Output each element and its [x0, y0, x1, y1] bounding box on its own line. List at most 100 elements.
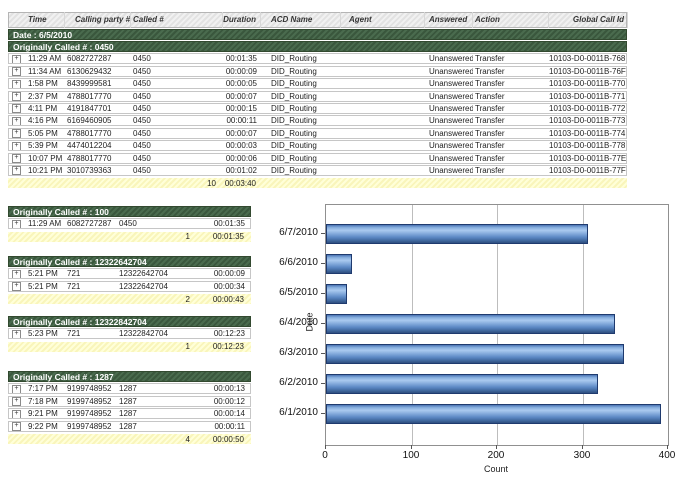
group-band-originally-called: Originally Called # : 100 — [8, 206, 251, 217]
cell-action: Transfer — [473, 116, 549, 125]
cell-time: 5:21 PM — [23, 269, 65, 278]
summary-spacer — [64, 435, 116, 444]
cell-calling-party: 6082727287 — [65, 219, 117, 228]
expander-cell: + — [9, 129, 23, 138]
chart-bar — [326, 314, 615, 334]
expand-icon[interactable]: + — [12, 154, 21, 163]
cell-duration: 00:00:12 — [197, 397, 249, 406]
cell-time: 5:39 PM — [23, 141, 65, 150]
expand-icon[interactable]: + — [12, 220, 21, 229]
cell-action: Transfer — [473, 79, 549, 88]
cell-global-call-id: 10103-D0-0011B-774 — [549, 129, 628, 138]
y-axis-tick-label: 6/2/2010 — [256, 377, 318, 388]
x-axis-tick — [496, 445, 497, 449]
chart-bar — [326, 284, 347, 304]
cell-time: 10:07 PM — [23, 154, 65, 163]
group-band-originally-called: Originally Called # : 12322642704 — [8, 256, 251, 267]
cell-calling-party: 4788017770 — [65, 129, 131, 138]
cell-called: 12322642704 — [117, 269, 197, 278]
chart-bar — [326, 404, 661, 424]
group-table-100: Originally Called # : 100+11:29 AM608272… — [8, 205, 251, 242]
summary-duration: 00:01:35 — [196, 232, 248, 241]
column-header-calling-party-: Calling party # — [65, 12, 131, 28]
expand-icon[interactable]: + — [12, 330, 21, 339]
expander-cell: + — [9, 116, 23, 125]
cell-called: 0450 — [131, 116, 223, 125]
summary-spacer — [22, 179, 64, 188]
expander-cell: + — [9, 422, 23, 431]
expand-icon[interactable]: + — [12, 67, 21, 76]
cell-calling-party: 9199748952 — [65, 422, 117, 431]
cell-calling-party: 4788017770 — [65, 154, 131, 163]
expand-icon[interactable]: + — [12, 142, 21, 151]
cell-global-call-id: 10103-D0-0011B-772 — [549, 104, 628, 113]
expand-icon[interactable]: + — [12, 270, 21, 279]
column-header-answered: Answered — [425, 12, 473, 28]
expander-cell: + — [9, 397, 23, 406]
expand-icon[interactable]: + — [12, 397, 21, 406]
y-axis-tick-label: 6/5/2010 — [256, 287, 318, 298]
group-band-originally-called: Originally Called # : 1287 — [8, 371, 251, 382]
cell-called: 0450 — [131, 166, 223, 175]
table-row: +11:34 AM6130629432045000:00:09DID_Routi… — [8, 66, 627, 77]
y-axis-tick-label: 6/6/2010 — [256, 257, 318, 268]
expand-icon[interactable]: + — [12, 422, 21, 431]
summary-spacer — [8, 295, 22, 304]
cell-calling-party: 6130629432 — [65, 67, 131, 76]
expand-icon[interactable]: + — [12, 129, 21, 138]
cell-called: 0450 — [131, 92, 223, 101]
cell-called: 0450 — [131, 79, 223, 88]
expander-cell: + — [9, 141, 23, 150]
expand-icon[interactable]: + — [12, 282, 21, 291]
cell-called: 0450 — [117, 219, 197, 228]
expand-icon[interactable]: + — [12, 117, 21, 126]
cell-called: 1287 — [117, 384, 197, 393]
cell-global-call-id: 10103-D0-0011B-771 — [549, 92, 628, 101]
expand-icon[interactable]: + — [12, 410, 21, 419]
summary-spacer — [64, 295, 116, 304]
cell-action: Transfer — [473, 104, 549, 113]
cell-time: 9:22 PM — [23, 422, 65, 431]
expand-icon[interactable]: + — [12, 166, 21, 175]
group-band-date: Date : 6/5/2010 — [8, 29, 627, 40]
cell-duration: 00:01:02 — [223, 166, 261, 175]
summary-duration: 00:00:50 — [196, 435, 248, 444]
cell-answered: Unanswered — [425, 129, 473, 138]
group-table-1287: Originally Called # : 1287+7:17 PM919974… — [8, 370, 251, 444]
y-axis-tick-label: 6/7/2010 — [256, 227, 318, 238]
cell-agent — [341, 67, 425, 76]
table-row: +5:21 PM7211232264270400:00:09 — [8, 268, 251, 279]
cell-answered: Unanswered — [425, 154, 473, 163]
table-row: +10:07 PM4788017770045000:00:06DID_Routi… — [8, 153, 627, 164]
cell-time: 7:18 PM — [23, 397, 65, 406]
column-header-row: TimeCalling party #Called #DurationACD N… — [8, 12, 627, 28]
expand-icon[interactable]: + — [12, 55, 21, 64]
summary-spacer — [64, 342, 116, 351]
cell-agent — [341, 79, 425, 88]
group-summary-row: 200:00:43 — [8, 294, 251, 304]
summary-spacer — [8, 232, 22, 241]
cell-global-call-id: 10103-D0-0011B-773 — [549, 116, 628, 125]
cell-calling-party: 3010739363 — [65, 166, 131, 175]
cell-acd-name: DID_Routing — [261, 54, 341, 63]
summary-count: 4 — [116, 435, 196, 444]
group-table-12322842704: Originally Called # : 12322842704+5:23 P… — [8, 315, 251, 352]
cell-duration: 00:01:35 — [197, 219, 249, 228]
cell-time: 2:37 PM — [23, 92, 65, 101]
expand-icon[interactable]: + — [12, 80, 21, 89]
chart-bar — [326, 374, 598, 394]
table-row: +1:58 PM8439999581045000:00:05DID_Routin… — [8, 78, 627, 89]
summary-spacer — [22, 295, 64, 304]
cell-acd-name: DID_Routing — [261, 104, 341, 113]
summary-spacer — [260, 179, 340, 188]
expander-cell: + — [9, 384, 23, 393]
x-axis-tick — [582, 445, 583, 449]
expander-cell: + — [9, 329, 23, 338]
expander-cell: + — [9, 409, 23, 418]
expand-icon[interactable]: + — [12, 104, 21, 113]
expand-icon[interactable]: + — [12, 385, 21, 394]
expand-icon[interactable]: + — [12, 92, 21, 101]
cell-time: 9:21 PM — [23, 409, 65, 418]
summary-spacer — [64, 179, 130, 188]
table-row: +4:11 PM4191847701045000:00:15DID_Routin… — [8, 103, 627, 114]
